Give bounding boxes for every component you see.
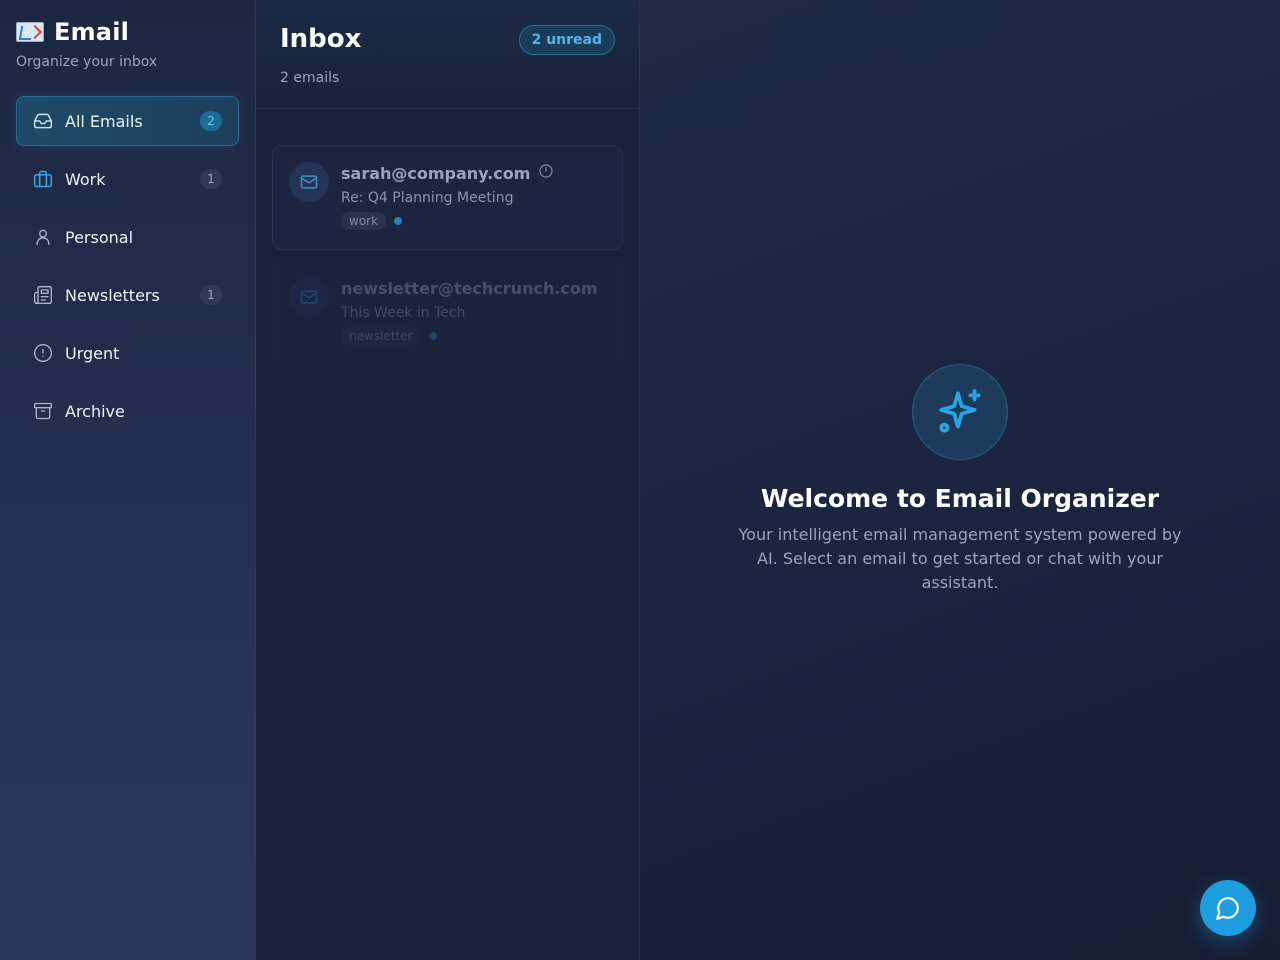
welcome-panel: Welcome to Email Organizer Your intellig…: [730, 364, 1190, 595]
nav-label: Archive: [65, 401, 125, 421]
user-icon: [33, 227, 53, 247]
count-badge: 1: [200, 285, 222, 305]
count-badge: 2: [200, 111, 222, 131]
email-list: sarah@company.com Re: Q4 Planning Meetin…: [256, 109, 639, 365]
nav-label: All Emails: [65, 111, 143, 131]
chat-bubble-icon: [1216, 897, 1239, 920]
email-subject: Re: Q4 Planning Meeting: [341, 190, 514, 206]
email-list-panel: Inbox 2 emails 2 unread sarah@company.co…: [256, 0, 640, 960]
mail-icon: [289, 162, 329, 202]
nav-label: Urgent: [65, 343, 120, 363]
count-badge: 1: [200, 169, 222, 189]
sidebar: Email Organize your inbox All Emails 2 W…: [0, 0, 256, 960]
email-count: 2 emails: [280, 70, 340, 86]
email-tag: newsletter: [341, 327, 421, 345]
nav-item-newsletters[interactable]: Newsletters 1: [16, 270, 239, 320]
nav-item-archive[interactable]: Archive: [16, 386, 239, 436]
email-app: Email Organize your inbox All Emails 2 W…: [0, 0, 1280, 960]
folder-nav: All Emails 2 Work 1 Personal Newsletters…: [16, 96, 239, 436]
chat-assistant-button[interactable]: [1200, 880, 1256, 936]
app-title: Email: [54, 18, 130, 46]
email-sender: sarah@company.com: [341, 163, 531, 183]
unread-dot: [394, 217, 403, 225]
email-tag: work: [341, 212, 387, 230]
archive-icon: [33, 401, 53, 421]
nav-label: Personal: [65, 227, 134, 247]
nav-item-urgent[interactable]: Urgent: [16, 328, 239, 378]
email-item[interactable]: newsletter@techcrunch.com This Week in T…: [272, 260, 623, 365]
unread-dot: [428, 332, 437, 340]
email-subject: This Week in Tech: [341, 305, 466, 321]
newspaper-icon: [33, 285, 53, 305]
nav-label: Newsletters: [65, 285, 160, 305]
nav-item-work[interactable]: Work 1: [16, 154, 239, 204]
app-subtitle: Organize your inbox: [16, 54, 158, 70]
envelope-logo-icon: [16, 22, 44, 42]
main-content: Welcome to Email Organizer Your intellig…: [640, 0, 1280, 960]
briefcase-icon: [33, 169, 53, 189]
email-item[interactable]: sarah@company.com Re: Q4 Planning Meetin…: [272, 145, 623, 250]
welcome-text: Your intelligent email management system…: [738, 525, 1182, 592]
nav-label: Work: [65, 169, 106, 189]
mail-icon: [289, 277, 329, 317]
clock-icon: [538, 163, 554, 183]
welcome-title: Welcome to Email Organizer: [760, 484, 1160, 513]
brand: Email: [16, 16, 239, 48]
sparkles-icon: [912, 364, 1008, 460]
inbox-icon: [33, 111, 53, 131]
email-sender: newsletter@techcrunch.com: [341, 278, 598, 298]
unread-badge: 2 unread: [518, 25, 615, 55]
list-header: Inbox 2 emails 2 unread: [256, 0, 639, 109]
alert-circle-icon: [33, 343, 53, 363]
nav-item-all-emails[interactable]: All Emails 2: [16, 96, 239, 146]
nav-item-personal[interactable]: Personal: [16, 212, 239, 262]
